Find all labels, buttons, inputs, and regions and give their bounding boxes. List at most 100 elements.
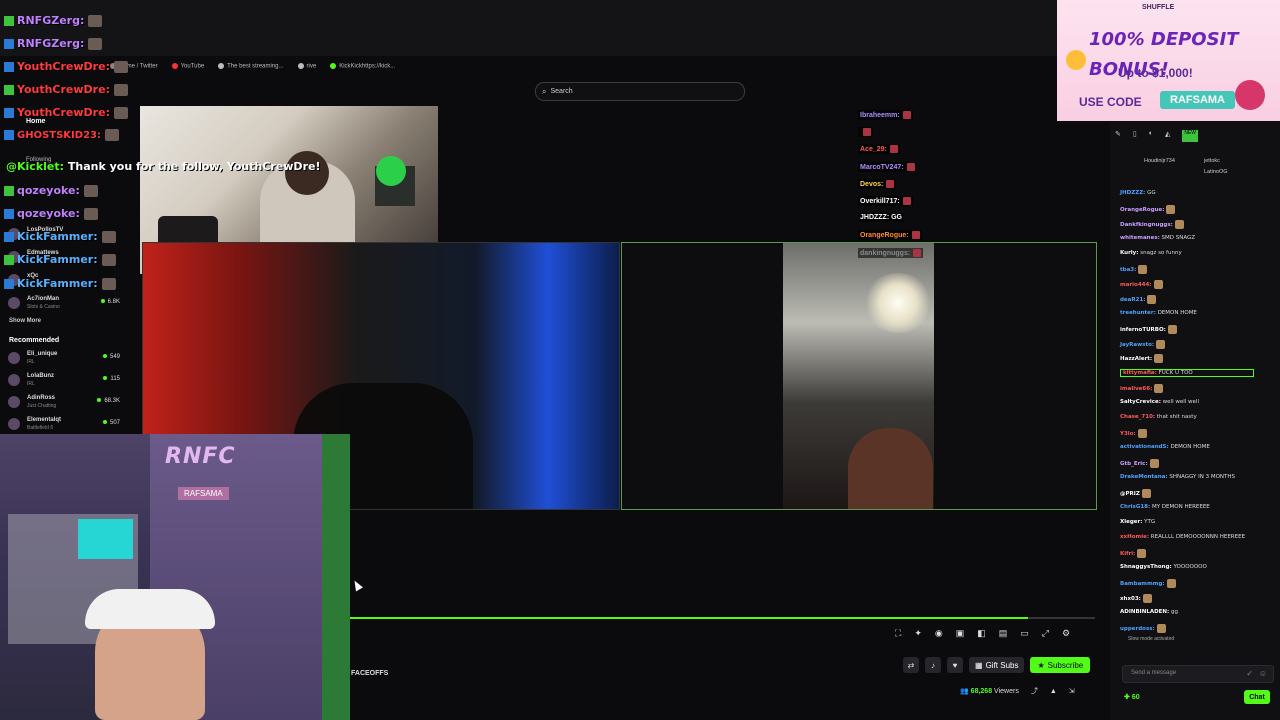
live-viewer-count: 68.3K [97, 398, 120, 404]
badge-icon [4, 130, 14, 140]
layout-icon[interactable]: ▤ [999, 628, 1008, 639]
chat-username[interactable]: ShnaggysThong: [1120, 564, 1172, 570]
chat-username[interactable]: JayRawsto: [1120, 342, 1154, 348]
bell-icon[interactable]: ♪ [925, 657, 941, 673]
chat-username[interactable]: deaR21: [1120, 297, 1145, 303]
chat-username[interactable]: kittymafia: [1123, 370, 1157, 376]
chat-username[interactable]: OrangeRogue: [1120, 207, 1164, 213]
chat-username[interactable]: JHDZZZ: [1120, 190, 1145, 196]
search-input[interactable]: ⌕ Search [535, 82, 745, 101]
points-value: 60 [1131, 694, 1140, 701]
channel-name: Ac7ionMan [27, 296, 60, 302]
emote-icon[interactable]: ✓ [1246, 669, 1253, 678]
video-overlay-username: Overkill717: [860, 197, 900, 205]
pip-icon[interactable]: ◧ [977, 628, 986, 639]
chat-username[interactable]: Xleger: [1120, 519, 1142, 525]
bookmarks-bar: Home / Twitter YouTube The best streaming.… [110, 58, 395, 74]
chat-message: tba3: [1120, 264, 1148, 274]
shuffle-ad-banner[interactable]: SHUFFLE 100% DEPOSIT BONUS! Up to $1,000… [1057, 0, 1280, 121]
sidebar-channel[interactable]: AdinRoss Just Chatting 68.3K [8, 394, 120, 412]
ad-cherry-icon [1235, 80, 1265, 110]
chat-users-icon[interactable]: ◭ [1165, 130, 1170, 142]
heart-icon[interactable]: ♥ [947, 657, 963, 673]
chat-username[interactable]: @PRIZ [1120, 491, 1140, 497]
emote-icon [88, 38, 103, 50]
emote-icon [902, 197, 911, 205]
chat-send-button[interactable]: Chat [1244, 690, 1270, 704]
chat-username[interactable]: xxHomie: [1120, 534, 1149, 540]
chat-username[interactable]: Kurly: [1120, 250, 1138, 256]
share-square-icon[interactable]: ⇄ [903, 657, 919, 673]
chat-username[interactable]: Gtb_Eric: [1120, 461, 1148, 467]
overlay-chat-username: KickFammer: [17, 277, 98, 290]
video-feed-right[interactable] [621, 242, 1097, 510]
trash-icon[interactable]: ▯ [1133, 130, 1137, 142]
chat-username[interactable]: SaltyCrevice: [1120, 399, 1161, 405]
pin-icon[interactable]: ✎ [1115, 130, 1121, 142]
chat-text: SHNAGGY IN 3 MONTHS [1167, 474, 1235, 481]
badge-icon [4, 209, 14, 219]
subscribe-button[interactable]: ★ Subscribe [1030, 657, 1091, 673]
chat-settings-icon[interactable]: ◐ [1149, 130, 1153, 142]
chat-username[interactable]: tba3: [1120, 267, 1136, 273]
theater-icon[interactable]: ▣ [956, 628, 965, 639]
chat-username[interactable]: Chase_710: [1120, 414, 1155, 420]
report-icon[interactable]: ▲ [1050, 688, 1057, 695]
smiley-icon[interactable]: ☺ [1259, 669, 1267, 678]
sidebar-channel[interactable]: Eli_unique IRL 549 [8, 350, 120, 368]
live-viewer-count: 115 [103, 376, 120, 382]
chat-username[interactable]: treehunter: [1120, 310, 1156, 316]
chat-message-input[interactable]: Send a message ✓ ☺ [1122, 665, 1274, 683]
right-feed-face [848, 428, 933, 509]
collapse-icon[interactable]: ⇲ [1069, 687, 1075, 695]
leaderboard-entry[interactable]: jettokc [1204, 158, 1220, 164]
badge-icon [4, 108, 14, 118]
settings-icon[interactable]: ⚙ [1062, 628, 1070, 639]
gift-subs-button[interactable]: ▦ Gift Subs [969, 657, 1025, 673]
sidebar-channel[interactable]: Elementalqt Battlefield 6 507 [8, 416, 120, 434]
sparkle-icon[interactable]: ✦ [914, 628, 922, 639]
chat-username[interactable]: infernoTURBO: [1120, 327, 1166, 333]
chat-username[interactable]: Y3lo: [1120, 431, 1136, 437]
emote-icon [889, 145, 898, 154]
sidebar-channel[interactable]: LolaBunz IRL 115 [8, 372, 120, 390]
fullscreen-icon[interactable]: ⤢ [1042, 628, 1049, 639]
chat-username[interactable]: xhx03: [1120, 596, 1141, 602]
sidebar-show-more[interactable]: Show More [9, 318, 41, 324]
ad-brand: SHUFFLE [1142, 4, 1175, 11]
overlay-chat-line: RNFGZerg: [4, 37, 103, 50]
emote-icon [1149, 459, 1159, 469]
emote-icon [1154, 384, 1164, 394]
chat-username[interactable]: upperdoss: [1120, 626, 1155, 632]
chat-username[interactable]: whitemanes: [1120, 235, 1160, 241]
chat-username[interactable]: ADINBINLADEN: [1120, 609, 1169, 615]
avatar [8, 418, 20, 430]
clip-icon[interactable]: ⛶ [895, 628, 901, 639]
chat-message: activationandS: DEMON HOME [1120, 444, 1210, 450]
bookmark-item[interactable]: The best streaming... [218, 62, 284, 69]
speed-icon[interactable]: ◉ [935, 628, 943, 639]
chat-username[interactable]: Dankfkingnuggs: [1120, 222, 1173, 228]
nav-home[interactable]: Home [26, 118, 45, 125]
captions-icon[interactable]: ▭ [1020, 628, 1029, 639]
overlay-chat-line: YouthCrewDre: [4, 83, 128, 96]
chat-username[interactable]: Bambammmg: [1120, 581, 1165, 587]
chat-username[interactable]: activationandS: [1120, 444, 1169, 450]
chat-username[interactable]: Kifri: [1120, 551, 1135, 557]
channel-points[interactable]: ✚ 60 [1124, 693, 1140, 701]
share-icon[interactable]: ⤴ [1031, 686, 1038, 696]
chat-username[interactable]: imalive66: [1120, 386, 1152, 392]
leaderboard-entry[interactable]: Houdinijr734 [1144, 158, 1175, 164]
chat-message: Y3lo: [1120, 429, 1147, 439]
bookmark-item[interactable]: YouTube [171, 62, 204, 69]
chat-username[interactable]: HazzAlert: [1120, 356, 1152, 362]
chat-username[interactable]: ChrisG18: [1120, 504, 1150, 510]
video-progress-bar[interactable] [350, 617, 1095, 619]
chat-username[interactable]: DrakeMontana: [1120, 474, 1168, 480]
bookmark-item[interactable]: KickKickhttps://kick... [330, 62, 396, 70]
bookmark-label: KickKickhttps://kick... [339, 63, 396, 70]
chat-username[interactable]: mario444: [1120, 282, 1152, 288]
sidebar-channel[interactable]: Ac7ionMan Slots & Casino 6.8K [8, 295, 120, 313]
bookmark-item[interactable]: rive [297, 62, 316, 69]
leaderboard-entry[interactable]: LatinoOG [1204, 169, 1228, 175]
